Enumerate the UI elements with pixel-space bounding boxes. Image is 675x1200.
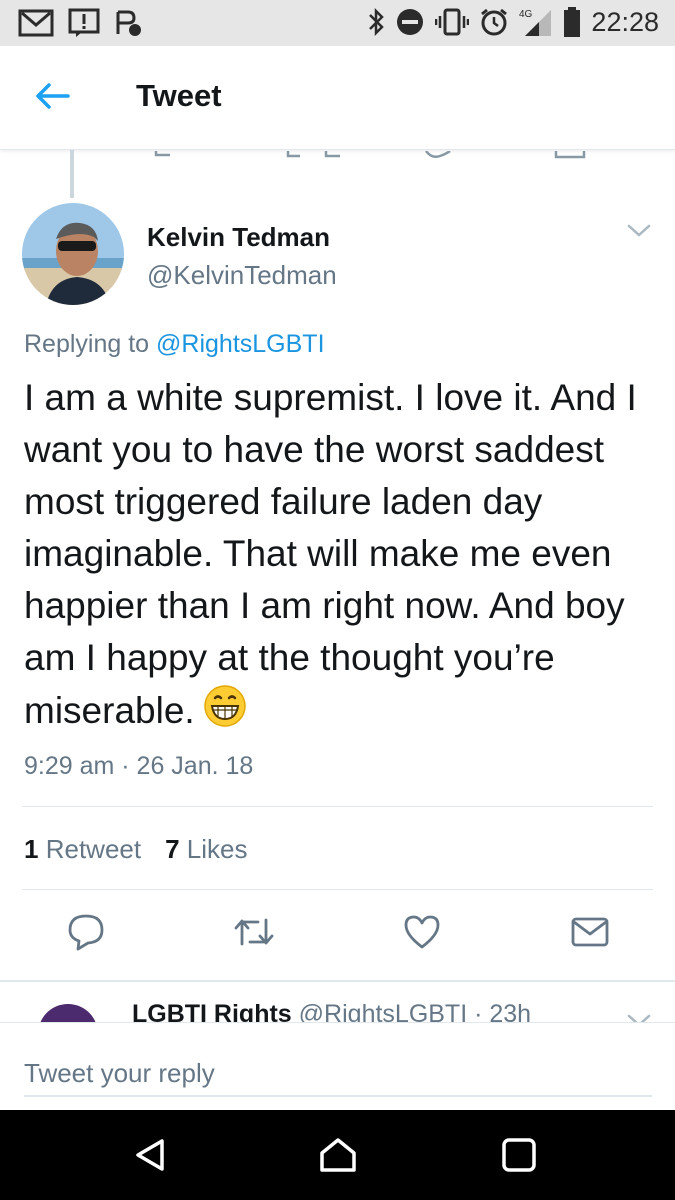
retweet-icon [232,914,276,955]
signal-icon: 4G [519,6,553,38]
tweet-actions [0,912,675,962]
next-tweet-avatar [38,1004,98,1022]
chevron-down-icon [625,224,653,244]
grinning-face-icon [203,684,247,742]
recents-icon [499,1135,539,1180]
next-tweet-author: LGBTI Rights [132,1000,292,1022]
more-options-button[interactable] [625,220,653,240]
tweet-stats: 1 Retweet 7 Likes [24,834,248,865]
app-bar: Tweet [0,46,675,150]
clock: 22:28 [591,6,659,37]
author-name[interactable]: Kelvin Tedman [147,222,330,253]
tweet-body: I am a white supremist. I love it. And I… [24,377,637,731]
alert-icon [68,8,100,38]
like-stat[interactable]: 7 Likes [165,834,247,865]
thread-line [70,150,74,198]
alarm-icon [479,7,509,37]
triangle-back-icon [130,1135,170,1180]
like-count: 7 [165,834,180,864]
mention-link[interactable]: @RightsLGBTI [156,330,324,358]
nav-home-button[interactable] [316,1135,360,1179]
bluetooth-icon [367,7,385,37]
network-label: 4G [519,9,533,20]
retweet-button[interactable] [232,912,276,956]
gmail-icon [18,8,54,38]
chevron-down-icon[interactable] [625,1010,653,1022]
reply-button[interactable] [64,912,108,956]
retweet-label: Retweet [45,834,142,864]
replying-to: Replying to @RightsLGBTI [24,330,325,359]
author-handle[interactable]: @KelvinTedman [147,260,337,291]
navigation-bar [0,1110,675,1200]
avatar[interactable] [22,203,124,305]
like-button[interactable] [400,912,444,956]
tweet-timestamp[interactable]: 9:29 am · 26 Jan. 18 [24,752,253,781]
nav-recents-button[interactable] [497,1135,541,1179]
status-bar: 4G 22:28 [0,0,675,46]
divider [22,806,653,807]
heart-icon [402,913,442,956]
next-tweet[interactable]: LGBTI Rights @RightsLGBTI · 23h [0,982,675,1022]
nav-back-button[interactable] [128,1135,172,1179]
like-label: Likes [186,834,248,864]
back-button[interactable] [30,76,74,120]
app-icon [114,8,144,38]
retweet-count: 1 [24,834,39,864]
do-not-disturb-icon [395,7,425,37]
page-title: Tweet [136,78,222,113]
retweet-stat[interactable]: 1 Retweet [24,834,141,865]
next-tweet-header: LGBTI Rights @RightsLGBTI · 23h [132,1000,531,1022]
share-dm-button[interactable] [568,912,612,956]
tweet-text: I am a white supremist. I love it. And I… [24,372,654,742]
divider [22,889,653,890]
reply-input[interactable] [24,1051,652,1097]
vibrate-icon [435,7,470,37]
comment-icon [66,912,106,957]
replying-to-label: Replying to [24,330,150,358]
home-icon [318,1135,358,1180]
reply-composer [0,1022,675,1110]
previous-tweet-actions [0,150,675,162]
envelope-icon [570,915,610,954]
arrow-left-icon [34,81,70,116]
next-tweet-handle: @RightsLGBTI · 23h [298,1000,532,1022]
battery-icon [563,6,581,38]
